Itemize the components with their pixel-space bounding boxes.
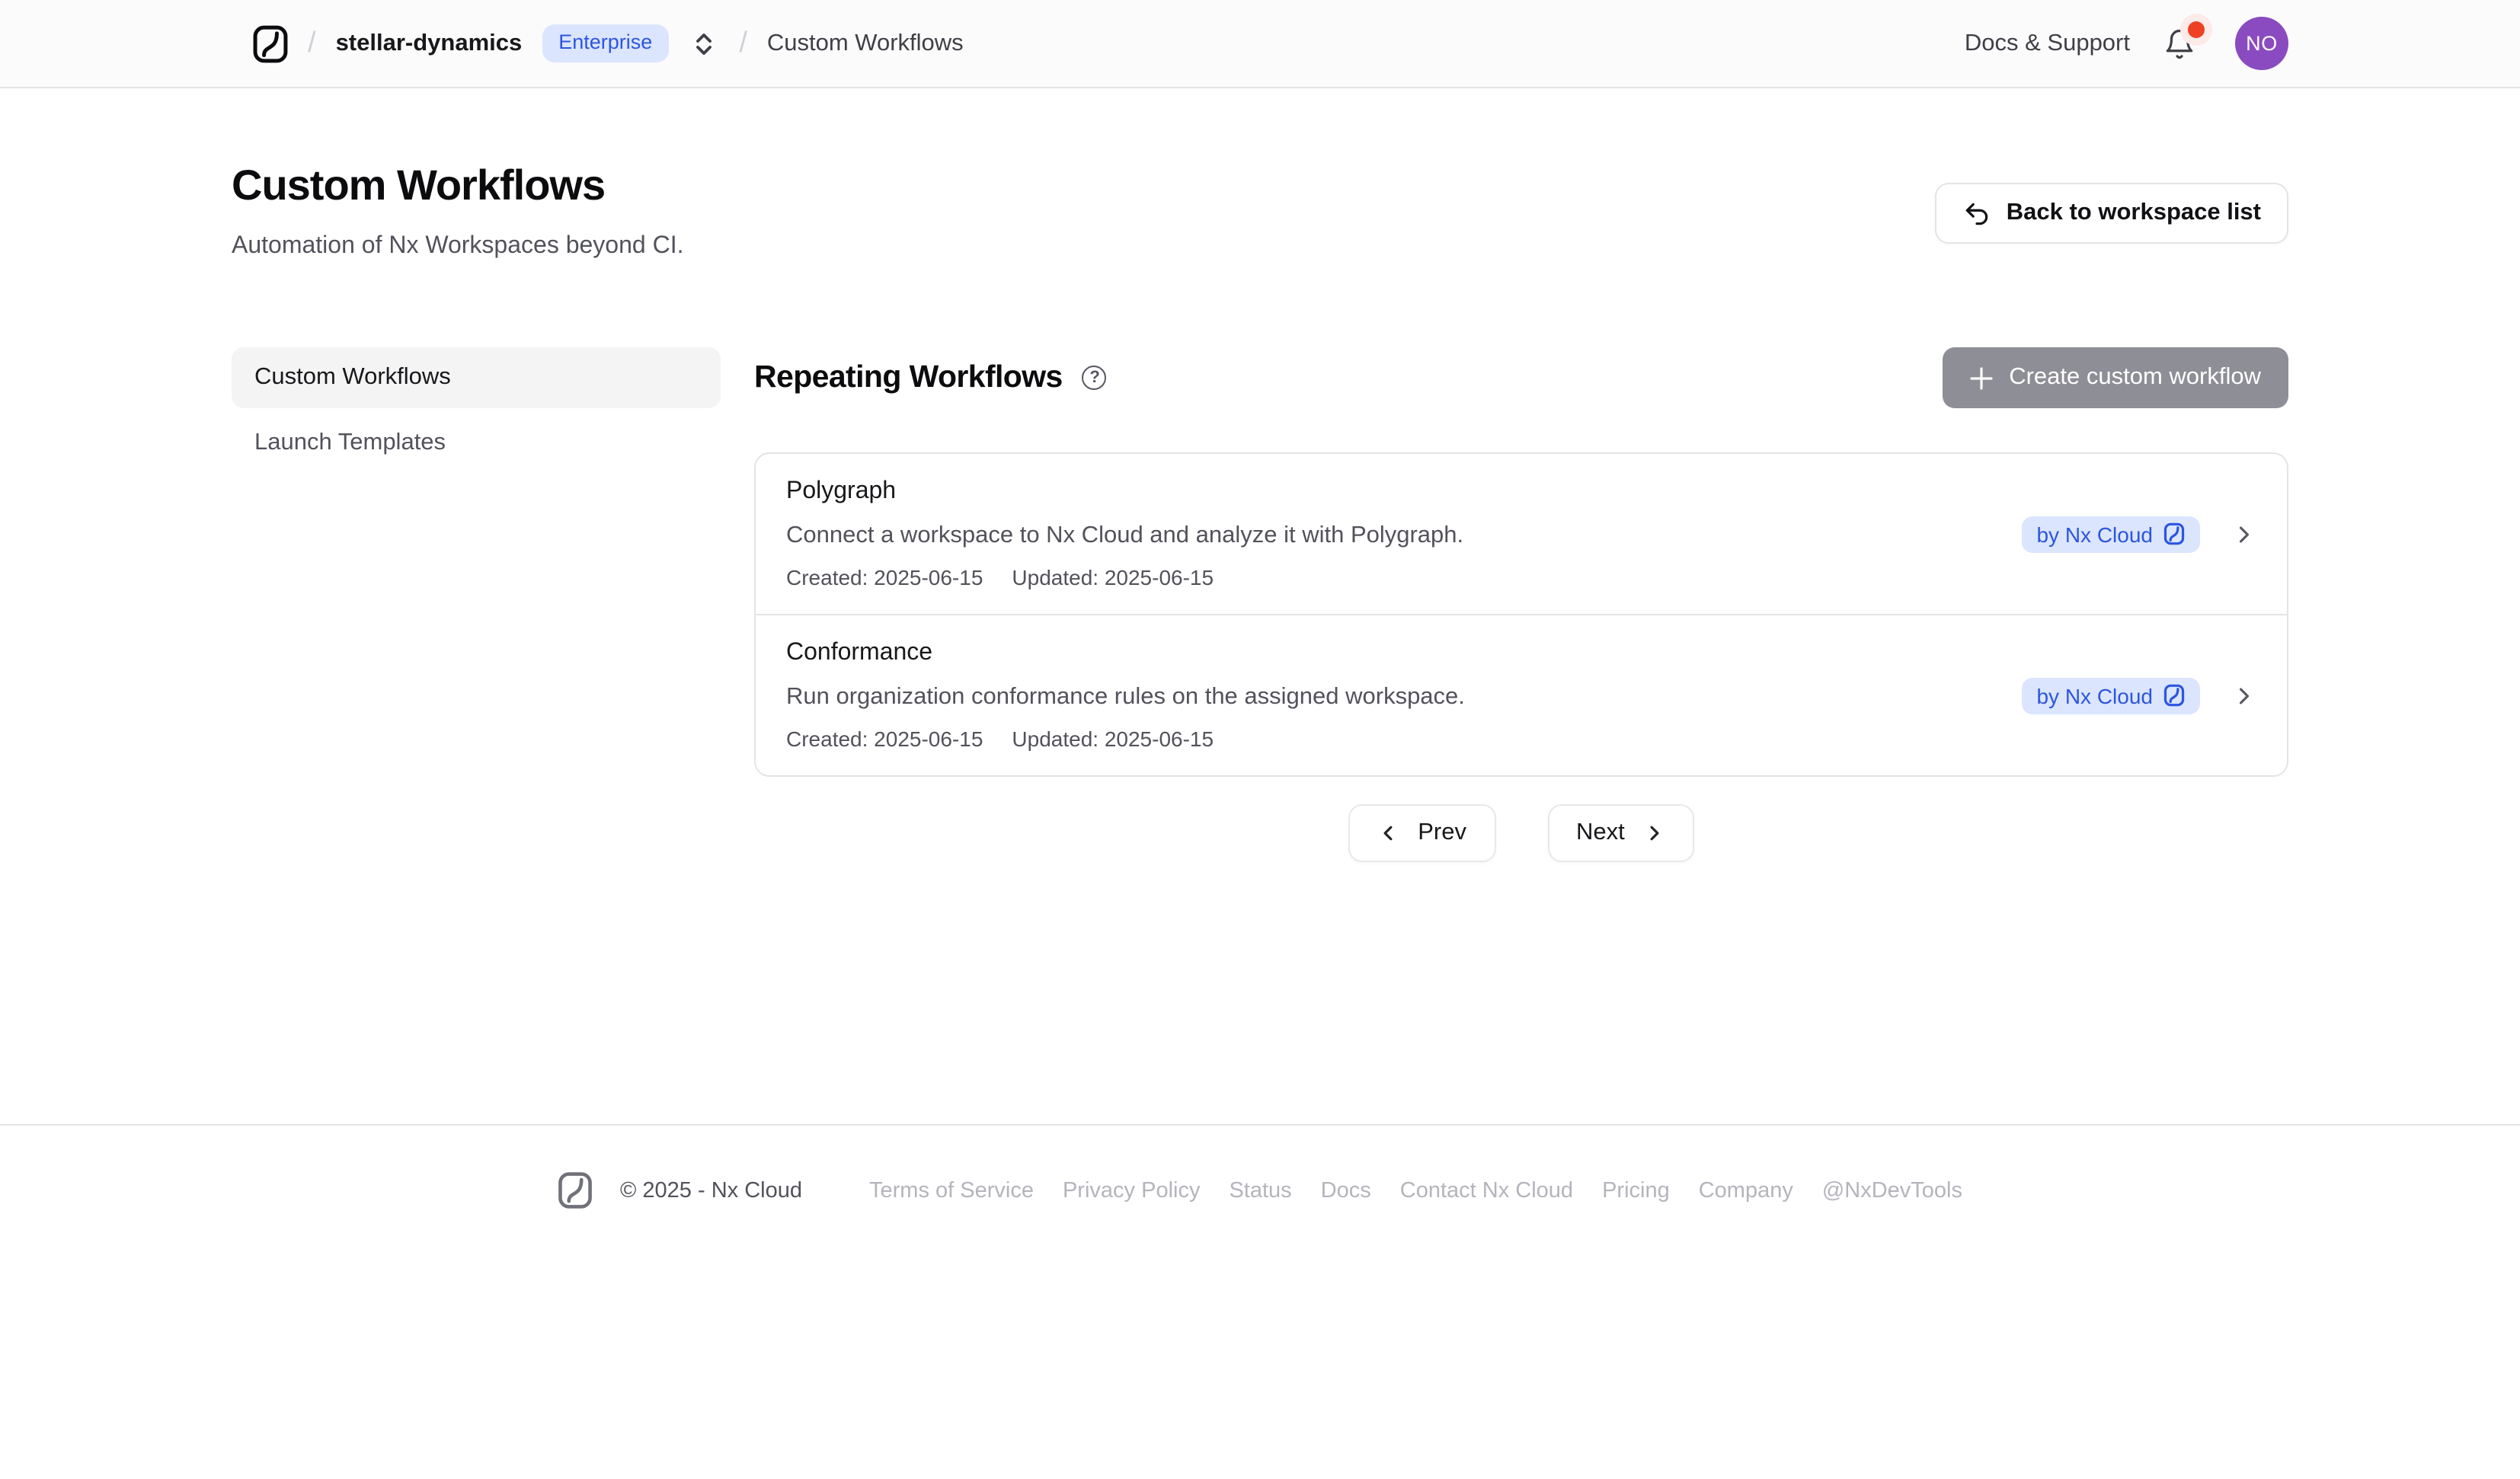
nx-cloud-badge-icon	[2163, 684, 2185, 707]
by-nx-cloud-badge[interactable]: by Nx Cloud	[2021, 516, 2200, 552]
chevrons-up-down-icon	[692, 28, 716, 59]
chevron-right-icon	[2232, 522, 2256, 546]
workflow-updated: Updated: 2025-06-15	[1012, 727, 1214, 752]
prev-label: Prev	[1418, 819, 1466, 847]
back-button-label: Back to workspace list	[2007, 200, 2261, 227]
chevron-right-icon	[1645, 823, 1666, 844]
plus-icon	[1969, 366, 1992, 389]
section-title-label: Repeating Workflows	[754, 359, 1063, 396]
breadcrumb-separator: /	[739, 27, 747, 60]
workflow-name: Polygraph	[786, 477, 1463, 506]
footer-link-status[interactable]: Status	[1229, 1178, 1291, 1203]
pagination: Prev Next	[754, 804, 2288, 862]
create-button-label: Create custom workflow	[2009, 364, 2261, 391]
breadcrumb-page: Custom Workflows	[767, 30, 964, 57]
next-button[interactable]: Next	[1547, 804, 1695, 862]
by-nx-cloud-badge[interactable]: by Nx Cloud	[2021, 677, 2200, 714]
notifications-button[interactable]	[2163, 27, 2195, 60]
workflow-row-conformance[interactable]: Conformance Run organization conformance…	[756, 614, 2287, 775]
copyright: © 2025 - Nx Cloud	[620, 1178, 802, 1203]
nx-logo[interactable]	[253, 24, 288, 63]
workflows-section: Repeating Workflows ? Create custom work…	[754, 347, 2288, 862]
workflow-description: Connect a workspace to Nx Cloud and anal…	[786, 521, 1463, 550]
workflow-updated: Updated: 2025-06-15	[1012, 565, 1214, 591]
footer-link-nxdevtools[interactable]: @NxDevTools	[1822, 1178, 1962, 1203]
sidebar-item-label: Launch Templates	[254, 430, 446, 457]
notification-dot	[2188, 21, 2205, 37]
sidebar-item-custom-workflows[interactable]: Custom Workflows	[232, 347, 721, 408]
breadcrumb-separator: /	[308, 27, 316, 60]
plan-badge: Enterprise	[542, 25, 669, 62]
section-title: Repeating Workflows ?	[754, 359, 1107, 396]
footer-link-pricing[interactable]: Pricing	[1602, 1178, 1670, 1203]
footer-link-privacy[interactable]: Privacy Policy	[1063, 1178, 1201, 1203]
app-root: / stellar-dynamics Enterprise / Custom W…	[0, 0, 2520, 1479]
badge-label: by Nx Cloud	[2036, 522, 2153, 546]
workspace-switcher-button[interactable]	[689, 25, 719, 62]
workflow-row-polygraph[interactable]: Polygraph Connect a workspace to Nx Clou…	[756, 454, 2287, 614]
user-avatar[interactable]: NO	[2235, 17, 2288, 70]
sidebar-item-launch-templates[interactable]: Launch Templates	[232, 413, 721, 474]
chevron-left-icon	[1377, 823, 1398, 844]
footer-nx-logo[interactable]	[558, 1171, 593, 1209]
footer: © 2025 - Nx Cloud Terms of Service Priva…	[0, 1124, 2520, 1209]
footer-link-docs[interactable]: Docs	[1321, 1178, 1371, 1203]
back-arrow-icon	[1962, 199, 1991, 228]
next-label: Next	[1576, 819, 1625, 847]
create-custom-workflow-button[interactable]: Create custom workflow	[1942, 347, 2288, 408]
workflow-created: Created: 2025-06-15	[786, 727, 983, 752]
workflow-description: Run organization conformance rules on th…	[786, 682, 1465, 711]
chevron-right-icon	[2232, 683, 2256, 708]
docs-support-link[interactable]: Docs & Support	[1965, 30, 2130, 57]
prev-button[interactable]: Prev	[1348, 804, 1495, 862]
sidebar-item-label: Custom Workflows	[254, 364, 451, 391]
workflows-list: Polygraph Connect a workspace to Nx Clou…	[754, 452, 2288, 777]
help-icon[interactable]: ?	[1083, 366, 1107, 390]
footer-link-company[interactable]: Company	[1699, 1178, 1793, 1203]
footer-link-terms[interactable]: Terms of Service	[869, 1178, 1034, 1203]
top-navbar: / stellar-dynamics Enterprise / Custom W…	[0, 0, 2520, 88]
main-content: Custom Workflows Automation of Nx Worksp…	[232, 161, 2288, 862]
breadcrumb-workspace[interactable]: stellar-dynamics	[336, 30, 523, 57]
footer-link-contact[interactable]: Contact Nx Cloud	[1400, 1178, 1573, 1203]
workflow-created: Created: 2025-06-15	[786, 565, 983, 591]
footer-links: Terms of Service Privacy Policy Status D…	[869, 1178, 1962, 1203]
section-sidebar: Custom Workflows Launch Templates	[232, 347, 721, 474]
workflow-dates: Created: 2025-06-15 Updated: 2025-06-15	[786, 727, 1465, 752]
nx-cloud-badge-icon	[2163, 522, 2185, 545]
workflow-dates: Created: 2025-06-15 Updated: 2025-06-15	[786, 565, 1463, 591]
workflow-name: Conformance	[786, 638, 1465, 667]
badge-label: by Nx Cloud	[2036, 683, 2153, 708]
back-to-workspace-list-button[interactable]: Back to workspace list	[1935, 183, 2288, 244]
